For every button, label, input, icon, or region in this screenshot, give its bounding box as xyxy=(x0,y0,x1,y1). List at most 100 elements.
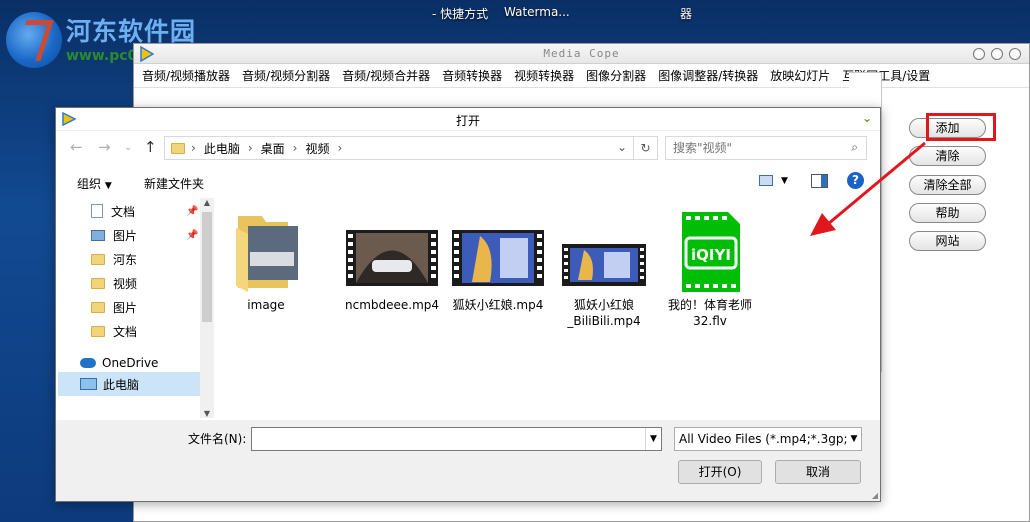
file-item-iqiyi-video[interactable]: iQIYI 我的！体育老师32.flv xyxy=(660,208,760,329)
up-arrow-icon[interactable]: ↑ xyxy=(144,138,157,156)
dialog-titlebar: 打开 ⌄ xyxy=(56,108,880,131)
menu-image-resizer[interactable]: 图像调整器/转换器 xyxy=(658,67,758,84)
menu-av-splitter[interactable]: 音频/视频分割器 xyxy=(242,67,330,84)
pin-icon[interactable]: 📌 xyxy=(186,206,198,217)
close-icon[interactable] xyxy=(1009,48,1021,60)
clear-all-button[interactable]: 清除全部 xyxy=(909,175,986,195)
breadcrumb-item[interactable]: 此电脑 xyxy=(204,140,240,157)
search-box[interactable]: ⌕ xyxy=(665,136,867,160)
new-folder-button[interactable]: 新建文件夹 xyxy=(144,175,204,192)
sidebar-item-hedong[interactable]: 河东 xyxy=(91,248,137,270)
folder-icon xyxy=(91,253,105,265)
recent-locations-chevron-icon[interactable]: ⌄ xyxy=(124,142,132,153)
file-name: ncmbdeee.mp4 xyxy=(344,298,440,312)
folder-icon xyxy=(91,325,105,337)
file-list-view: image ncmbdeee.mp4 狐妖小红娘.mp4 狐妖小红娘_BiliB… xyxy=(216,198,880,418)
navigation-bar: ← → ⌄ ↑ › 此电脑 › 桌面 › 视频 › ⌄ ↻ ⌕ xyxy=(56,133,880,163)
breadcrumb-separator-icon: › xyxy=(292,141,298,155)
sidebar-item-documents[interactable]: 文档 xyxy=(91,320,137,342)
chevron-down-icon: ▼ xyxy=(104,181,112,191)
watermark-logo-icon xyxy=(6,12,62,68)
menu-audio-converter[interactable]: 音频转换器 xyxy=(442,67,502,84)
navigation-pane: 文档 📌 图片 📌 河东 视频 图片 文档 OneDrive 此电脑 ▲ ▼ xyxy=(56,198,214,418)
chevron-down-icon[interactable]: ▼ xyxy=(781,176,788,186)
folder-icon xyxy=(236,216,298,292)
chevron-down-icon[interactable]: ▼ xyxy=(645,428,661,450)
file-name: image xyxy=(247,298,285,312)
refresh-icon[interactable]: ↻ xyxy=(633,137,657,159)
scroll-up-icon[interactable]: ▲ xyxy=(200,198,214,207)
sidebar-item-label: 文档 xyxy=(113,324,138,339)
file-item-folder[interactable]: image xyxy=(216,208,316,313)
website-button[interactable]: 网站 xyxy=(909,231,986,251)
preview-pane-icon[interactable] xyxy=(811,174,828,188)
cloud-icon xyxy=(80,358,96,368)
chevron-down-icon[interactable]: ▼ xyxy=(847,428,861,450)
clear-button[interactable]: 清除 xyxy=(909,146,986,166)
maximize-icon[interactable] xyxy=(991,48,1003,60)
sidebar-item-onedrive[interactable]: OneDrive xyxy=(80,352,158,374)
breadcrumb-item[interactable]: 桌面 xyxy=(261,140,285,157)
file-name: 我的！体育老师32.flv xyxy=(667,298,752,328)
help-button[interactable]: 帮助 xyxy=(909,203,986,223)
desktop-shortcut-label[interactable]: Waterma... xyxy=(504,5,570,19)
open-file-dialog: 打开 ⌄ ← → ⌄ ↑ › 此电脑 › 桌面 › 视频 › ⌄ ↻ ⌕ 组织 … xyxy=(55,107,881,502)
desktop-shortcut-label[interactable]: - 快捷方式 xyxy=(432,5,488,22)
file-item-video[interactable]: 狐妖小红娘_BiliBili.mp4 xyxy=(554,208,654,329)
document-icon xyxy=(91,204,103,218)
scroll-down-icon[interactable]: ▼ xyxy=(200,409,214,418)
organize-label: 组织 xyxy=(77,177,102,191)
address-dropdown-icon[interactable]: ⌄ xyxy=(617,140,627,154)
computer-icon xyxy=(80,378,97,390)
sidebar-scrollbar[interactable]: ▲ ▼ xyxy=(200,198,214,418)
sidebar-item-label: 此电脑 xyxy=(103,377,140,392)
dialog-toolbar: 组织 ▼ 新建文件夹 ▼ ? xyxy=(56,168,880,196)
folder-icon xyxy=(171,142,185,154)
app-title: Media Cope xyxy=(543,47,620,60)
view-mode-icon[interactable] xyxy=(759,175,773,186)
menu-video-converter[interactable]: 视频转换器 xyxy=(514,67,574,84)
menu-av-player[interactable]: 音频/视频播放器 xyxy=(142,67,230,84)
search-input[interactable] xyxy=(673,138,843,158)
desktop-shortcut-label[interactable]: 器 xyxy=(680,5,692,22)
filetype-value: All Video Files (*.mp4;*.3gp;* xyxy=(679,432,854,446)
file-item-video[interactable]: 狐妖小红娘.mp4 xyxy=(448,208,548,313)
resize-grip-icon[interactable]: ◢ xyxy=(872,491,878,500)
sidebar-item-this-pc[interactable]: 此电脑 xyxy=(80,373,139,395)
menu-image-splitter[interactable]: 图像分割器 xyxy=(586,67,646,84)
filename-field[interactable]: ▼ xyxy=(251,427,662,451)
sidebar-item-videos[interactable]: 视频 xyxy=(91,272,137,294)
app-titlebar: Media Cope xyxy=(134,44,1029,64)
breadcrumb-separator-icon: › xyxy=(247,141,253,155)
breadcrumb-item[interactable]: 视频 xyxy=(305,140,329,157)
sidebar-item-label: OneDrive xyxy=(102,356,159,370)
filename-label: 文件名(N): xyxy=(188,432,247,446)
pin-icon[interactable]: 📌 xyxy=(186,230,198,241)
file-item-video[interactable]: ncmbdeee.mp4 xyxy=(342,208,442,313)
address-bar[interactable]: › 此电脑 › 桌面 › 视频 › ⌄ ↻ xyxy=(164,136,658,160)
search-icon[interactable]: ⌕ xyxy=(851,140,858,155)
help-icon[interactable]: ? xyxy=(847,172,864,189)
breadcrumb-separator-icon: › xyxy=(337,141,343,155)
sidebar-item-label: 图片 xyxy=(113,300,138,315)
scrollbar-thumb[interactable] xyxy=(202,212,212,322)
sidebar-item-documents-quick[interactable]: 文档 xyxy=(91,200,135,222)
open-button[interactable]: 打开(O) xyxy=(678,460,762,484)
sidebar-item-pictures[interactable]: 图片 xyxy=(91,296,137,318)
minimize-icon[interactable] xyxy=(973,48,985,60)
sidebar-item-label: 视频 xyxy=(113,276,138,291)
menu-av-merger[interactable]: 音频/视频合并器 xyxy=(342,67,430,84)
back-arrow-icon[interactable]: ← xyxy=(70,138,83,156)
chevron-down-icon[interactable]: ⌄ xyxy=(862,111,872,125)
highlight-box xyxy=(926,113,996,141)
video-thumbnail-icon xyxy=(346,230,438,286)
sidebar-item-pictures-quick[interactable]: 图片 xyxy=(91,224,137,246)
filetype-select[interactable]: All Video Files (*.mp4;*.3gp;* ▼ xyxy=(674,427,862,451)
forward-arrow-icon[interactable]: → xyxy=(98,138,111,156)
sidebar-item-label: 文档 xyxy=(111,204,136,219)
organize-menu[interactable]: 组织 ▼ xyxy=(77,175,112,192)
menu-slideshow[interactable]: 放映幻灯片 xyxy=(770,67,830,84)
cancel-button[interactable]: 取消 xyxy=(775,460,861,484)
video-thumbnail-icon xyxy=(452,230,544,286)
sidebar-item-label: 图片 xyxy=(113,228,138,243)
